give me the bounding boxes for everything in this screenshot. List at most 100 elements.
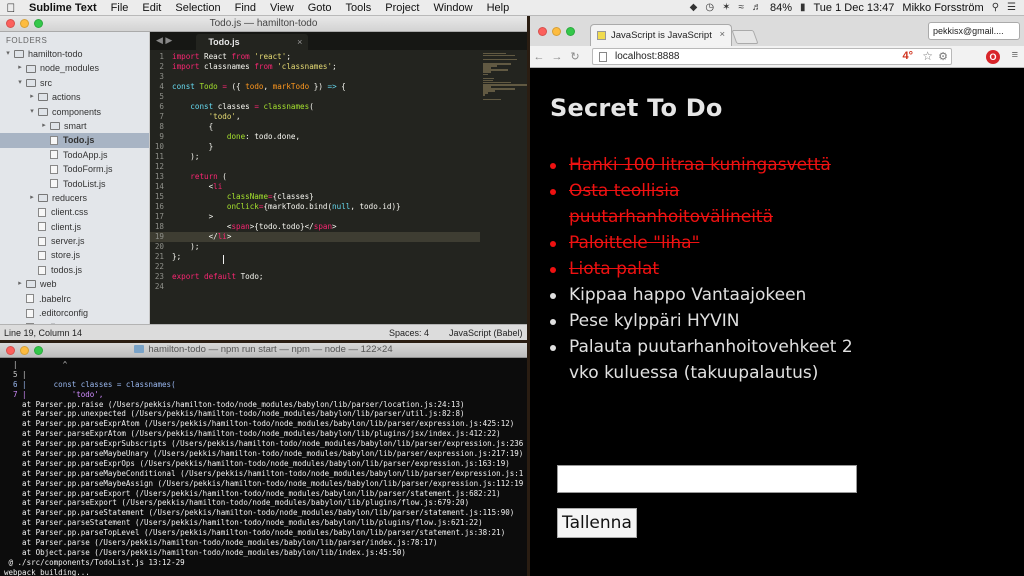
chrome-close-button[interactable] bbox=[538, 27, 547, 36]
wifi-icon[interactable]: ≈ bbox=[738, 2, 744, 13]
tree-folder[interactable]: ▾ hamilton-todo bbox=[0, 47, 149, 61]
tree-file[interactable]: client.css bbox=[0, 205, 149, 219]
disclosure-open-icon[interactable]: ▾ bbox=[28, 105, 36, 119]
code-line[interactable]: 1 import React from 'react'; bbox=[150, 52, 480, 62]
menu-window[interactable]: Window bbox=[426, 2, 479, 14]
timemachine-icon[interactable]: ◷ bbox=[705, 2, 714, 13]
todo-item[interactable]: Hanki 100 litraa kuningasvettä bbox=[550, 152, 880, 178]
code-line[interactable]: 17 > bbox=[150, 212, 480, 222]
tree-folder[interactable]: ▾ components bbox=[0, 105, 149, 119]
menu-goto[interactable]: Goto bbox=[301, 2, 339, 14]
todo-item[interactable]: Liota palat bbox=[550, 256, 880, 282]
tree-file[interactable]: store.js bbox=[0, 248, 149, 262]
code-lines[interactable]: 1 import React from 'react'; 2 import class… bbox=[150, 52, 480, 292]
disclosure-closed-icon[interactable]: ▸ bbox=[40, 119, 48, 133]
terminal-titlebar[interactable]: hamilton-todo — npm run start — npm — no… bbox=[0, 343, 527, 358]
code-line[interactable]: 5 bbox=[150, 92, 480, 102]
tree-file[interactable]: client.js bbox=[0, 220, 149, 234]
chrome-minimize-button[interactable] bbox=[552, 27, 561, 36]
disclosure-closed-icon[interactable]: ▸ bbox=[16, 61, 24, 75]
dropbox-icon[interactable]: ◆ bbox=[690, 2, 698, 13]
code-line[interactable]: 21}; bbox=[150, 252, 480, 262]
browser-tab[interactable]: JavaScript is JavaScript × bbox=[590, 24, 732, 46]
tree-file[interactable]: Todo.js bbox=[0, 133, 149, 148]
code-line[interactable]: 19 </li > bbox=[150, 232, 480, 242]
save-button[interactable]: Tallenna bbox=[557, 508, 637, 538]
close-tab-icon[interactable]: × bbox=[297, 34, 302, 50]
menu-find[interactable]: Find bbox=[228, 2, 263, 14]
code-line[interactable]: 24 bbox=[150, 282, 480, 292]
app-menu[interactable]: Sublime Text bbox=[22, 2, 104, 14]
chrome-zoom-button[interactable] bbox=[566, 27, 575, 36]
profile-chip[interactable]: pekkisx@gmail.... bbox=[928, 22, 1020, 40]
clock[interactable]: Tue 1 Dec 13:47 bbox=[814, 2, 895, 14]
tree-file[interactable]: TodoApp.js bbox=[0, 148, 149, 162]
tree-file[interactable]: .editorconfig bbox=[0, 306, 149, 320]
opera-extension-icon[interactable]: O bbox=[986, 50, 1000, 64]
code-line[interactable]: 12 bbox=[150, 162, 480, 172]
code-line[interactable]: 10 } bbox=[150, 142, 480, 152]
tree-file[interactable]: todos.js bbox=[0, 263, 149, 277]
code-line[interactable]: 15 className = {classes} bbox=[150, 192, 480, 202]
tree-folder[interactable]: ▸ reducers bbox=[0, 191, 149, 205]
tree-file[interactable]: TodoList.js bbox=[0, 177, 149, 191]
disclosure-closed-icon[interactable]: ▸ bbox=[16, 277, 24, 291]
indentation-setting[interactable]: Spaces: 4 bbox=[389, 328, 449, 338]
back-arrow-icon[interactable]: ← bbox=[530, 51, 548, 63]
chrome-menu-icon[interactable]: ≡ bbox=[1012, 49, 1018, 61]
search-icon[interactable]: ⚲ bbox=[992, 2, 999, 13]
code-editor[interactable]: ◀ ▶ Todo.js × 1 import React from 'react'… bbox=[150, 32, 527, 324]
code-line[interactable]: 9 done: todo.done, bbox=[150, 132, 480, 142]
tree-folder[interactable]: ▸ actions bbox=[0, 90, 149, 104]
volume-icon[interactable]: ♬ bbox=[752, 2, 762, 13]
menu-project[interactable]: Project bbox=[378, 2, 426, 14]
disclosure-closed-icon[interactable]: ▸ bbox=[28, 90, 36, 104]
todo-input[interactable] bbox=[557, 465, 857, 493]
menu-selection[interactable]: Selection bbox=[168, 2, 227, 14]
terminal-output[interactable]: | ^ 5 | 6 | const classes = classnames( … bbox=[0, 358, 527, 576]
menu-view[interactable]: View bbox=[263, 2, 301, 14]
code-line[interactable]: 13 return ( bbox=[150, 172, 480, 182]
tree-file[interactable]: .babelrc bbox=[0, 292, 149, 306]
reload-icon[interactable]: ↻ bbox=[566, 50, 584, 63]
bookmark-star-icon[interactable]: ☆ bbox=[922, 49, 933, 63]
todo-item[interactable]: Paloittele "liha" bbox=[550, 230, 880, 256]
code-line[interactable]: 18 < span >{todo.todo}</span > bbox=[150, 222, 480, 232]
minimap[interactable] bbox=[483, 52, 527, 101]
tree-folder[interactable]: ▸ web bbox=[0, 277, 149, 291]
address-bar[interactable]: localhost:8888 4° ☆ ⚙ bbox=[592, 48, 952, 65]
menu-edit[interactable]: Edit bbox=[135, 2, 168, 14]
sublime-titlebar[interactable]: Todo.js — hamilton-todo bbox=[0, 16, 527, 32]
user-name[interactable]: Mikko Forsström bbox=[902, 2, 983, 14]
code-line[interactable]: 4 const Todo = ({ todo, markTodo }) => { bbox=[150, 82, 480, 92]
apple-menu-icon[interactable]:  bbox=[0, 1, 22, 15]
syntax-selector[interactable]: JavaScript (Babel) bbox=[449, 328, 527, 338]
code-line[interactable]: 3 bbox=[150, 72, 480, 82]
disclosure-closed-icon[interactable]: ▸ bbox=[28, 191, 36, 205]
menu-help[interactable]: Help bbox=[480, 2, 517, 14]
code-line[interactable]: 2 import classnames from 'classnames'; bbox=[150, 62, 480, 72]
new-tab-button[interactable] bbox=[731, 30, 759, 44]
todo-item[interactable]: Kippaa happo Vantaajokeen bbox=[550, 282, 880, 308]
extension-icon[interactable]: ⚙ bbox=[938, 50, 948, 63]
tree-file[interactable]: TodoForm.js bbox=[0, 162, 149, 176]
tree-file[interactable]: server.js bbox=[0, 234, 149, 248]
tab-todo-js[interactable]: Todo.js × bbox=[196, 34, 309, 50]
code-line[interactable]: 16 onClick = {markTodo.bind(null, todo.id)… bbox=[150, 202, 480, 212]
disclosure-open-icon[interactable]: ▾ bbox=[4, 47, 12, 61]
notification-center-icon[interactable]: ☰ bbox=[1007, 2, 1016, 13]
code-line[interactable]: 20 ); bbox=[150, 242, 480, 252]
code-line[interactable]: 11 ); bbox=[150, 152, 480, 162]
forward-arrow-icon[interactable]: → bbox=[548, 51, 566, 63]
tree-folder[interactable]: ▸ node_modules bbox=[0, 61, 149, 75]
tab-nav-arrows-icon[interactable]: ◀ ▶ bbox=[150, 35, 176, 50]
menu-file[interactable]: File bbox=[104, 2, 136, 14]
code-line[interactable]: 6 const classes = classnames( bbox=[150, 102, 480, 112]
tree-folder[interactable]: ▾ src bbox=[0, 76, 149, 90]
menu-tools[interactable]: Tools bbox=[339, 2, 379, 14]
code-line[interactable]: 7 'todo', bbox=[150, 112, 480, 122]
todo-item[interactable]: Osta teollisia puutarhanhoitovälineitä bbox=[550, 178, 880, 230]
extension-badge[interactable]: 4° bbox=[902, 50, 913, 62]
code-line[interactable]: 22 bbox=[150, 262, 480, 272]
code-line[interactable]: 8 { bbox=[150, 122, 480, 132]
